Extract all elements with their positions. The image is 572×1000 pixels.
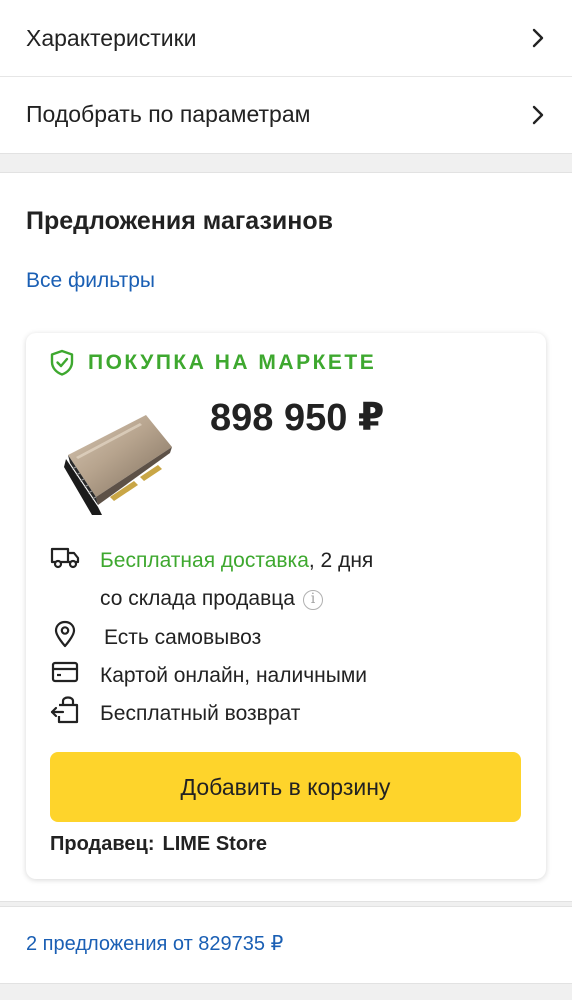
add-to-cart-button[interactable]: Добавить в корзину bbox=[50, 752, 521, 822]
offers-section: Предложения магазинов Все фильтры ПОКУПК… bbox=[0, 172, 572, 902]
nav-row-label: Подобрать по параметрам bbox=[26, 101, 311, 127]
chevron-right-icon bbox=[532, 28, 544, 48]
price: 898 950 ₽ bbox=[210, 397, 385, 439]
more-offers-link[interactable]: 2 предложения от 829735 ₽ bbox=[26, 931, 283, 956]
delivery-info: Бесплатная доставка, 2 дня со склада про… bbox=[50, 542, 373, 618]
market-purchase-badge: ПОКУПКА НА МАРКЕТЕ bbox=[50, 349, 376, 376]
info-icon[interactable]: i bbox=[302, 590, 323, 610]
shield-check-icon bbox=[50, 349, 74, 376]
chevron-right-icon bbox=[532, 105, 544, 124]
card-icon bbox=[50, 657, 80, 687]
seller-name[interactable]: LIME Store bbox=[162, 833, 266, 855]
payment-info: Картой онлайн, наличными bbox=[50, 657, 367, 695]
location-pin-icon bbox=[50, 619, 80, 649]
return-info: Бесплатный возврат bbox=[50, 695, 300, 733]
more-offers-block: 2 предложения от 829735 ₽ bbox=[0, 906, 572, 984]
section-title: Предложения магазинов bbox=[26, 207, 334, 235]
seller-info: Продавец: LIME Store bbox=[50, 833, 267, 856]
product-image[interactable] bbox=[62, 411, 174, 515]
top-nav-block: Характеристики Подобрать по параметрам bbox=[0, 0, 572, 154]
delivery-days: , 2 дня bbox=[308, 549, 374, 572]
pickup-info: Есть самовывоз bbox=[50, 619, 261, 657]
truck-icon bbox=[50, 542, 80, 572]
free-delivery-label: Бесплатная доставка bbox=[100, 549, 309, 572]
badge-label: ПОКУПКА НА МАРКЕТЕ bbox=[88, 350, 377, 374]
delivery-text: Бесплатная доставка, 2 дня со склада про… bbox=[100, 542, 373, 618]
return-icon bbox=[50, 695, 80, 725]
offer-card: ПОКУПКА НА МАРКЕТЕ 898 950 ₽ Бесплатная … bbox=[26, 333, 546, 879]
pickup-label: Есть самовывоз bbox=[104, 626, 262, 649]
return-label: Бесплатный возврат bbox=[100, 702, 301, 725]
delivery-source: со склада продавца bbox=[100, 587, 295, 610]
seller-label: Продавец: bbox=[50, 833, 155, 855]
nav-row-pick-params[interactable]: Подобрать по параметрам bbox=[0, 76, 572, 152]
nav-row-label: Характеристики bbox=[26, 24, 197, 51]
all-filters-link[interactable]: Все фильтры bbox=[26, 269, 155, 293]
nav-row-characteristics[interactable]: Характеристики bbox=[0, 0, 572, 76]
payment-label: Картой онлайн, наличными bbox=[100, 664, 368, 687]
